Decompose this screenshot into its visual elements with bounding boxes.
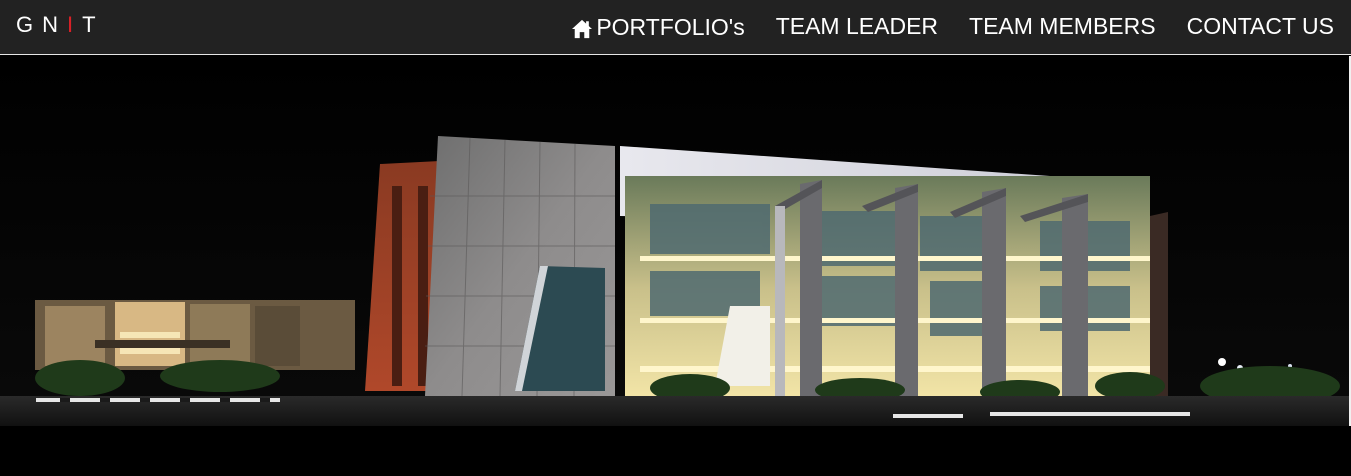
nav-link-team-leader[interactable]: TEAM LEADER [776, 13, 938, 40]
nav-link-contact-us[interactable]: CONTACT US [1187, 13, 1334, 40]
top-navbar: G N I T PORTFOLIO's TEAM LEADER TEAM MEM… [0, 0, 1351, 55]
nav-menu: PORTFOLIO's TEAM LEADER TEAM MEMBERS CON… [571, 11, 1334, 41]
brand-letter-g: G [16, 12, 34, 37]
nav-link-team-members[interactable]: TEAM MEMBERS [969, 13, 1156, 40]
home-icon [572, 19, 593, 38]
nav-link-team-leader-label: TEAM LEADER [775, 12, 939, 39]
nav-link-portfolio-label: PORTFOLIO's [596, 14, 745, 40]
nav-link-team-members-label: TEAM MEMBERS [969, 12, 1156, 39]
nav-link-contact-us-label: CONTACT US [1186, 12, 1334, 39]
brand-letter-i: I [67, 12, 74, 37]
building-illustration [0, 56, 1351, 426]
brand-letter-n: N [42, 12, 59, 37]
nav-link-portfolio[interactable]: PORTFOLIO's [571, 14, 745, 41]
hero-building-image [0, 56, 1351, 426]
page-bottom-area [0, 426, 1351, 476]
brand-letter-t: T [82, 12, 96, 37]
brand-logo[interactable]: G N I T [16, 12, 96, 38]
